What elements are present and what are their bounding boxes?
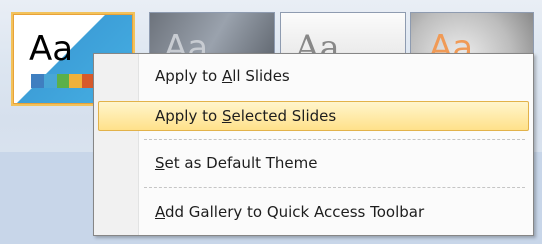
stripe-4	[69, 74, 83, 88]
menu-item-label: Apply to All Slides	[155, 67, 290, 85]
stripe-2	[43, 74, 57, 88]
menu-separator	[144, 139, 525, 140]
stripe-3	[56, 74, 70, 88]
theme-context-menu: Apply to All Slides Apply to Selected Sl…	[93, 53, 534, 236]
menu-item-apply-all-slides[interactable]: Apply to All Slides	[98, 61, 529, 91]
theme-sample-text: Aa	[29, 29, 74, 69]
menu-separator	[144, 187, 525, 188]
stripe-1	[31, 74, 44, 88]
menu-item-set-default-theme[interactable]: Set as Default Theme	[98, 148, 529, 178]
menu-item-label: Set as Default Theme	[155, 154, 318, 172]
menu-item-apply-selected-slides[interactable]: Apply to Selected Slides	[98, 101, 529, 131]
menu-item-add-gallery-to-qat[interactable]: Add Gallery to Quick Access Toolbar	[98, 197, 529, 227]
theme-color-stripes	[31, 74, 95, 88]
menu-item-label: Apply to Selected Slides	[155, 107, 337, 125]
menu-item-label: Add Gallery to Quick Access Toolbar	[155, 203, 425, 221]
